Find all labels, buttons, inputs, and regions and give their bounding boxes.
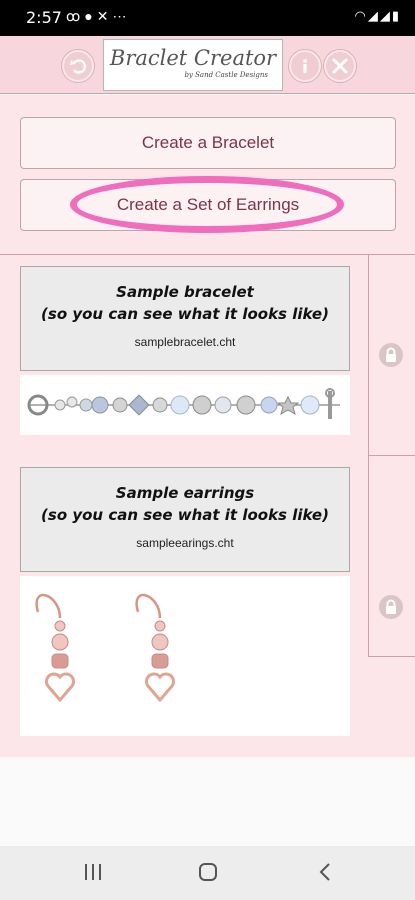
status-left-icons: ꝏ●✕⋯ [66,8,130,25]
design-filename: samplebracelet.cht [134,335,236,349]
list-item: Sample bracelet (so you can see what it … [0,255,415,456]
signal-icon: ◢ [367,8,380,23]
status-bar: 2:57 ꝏ●✕⋯ ◠◢◢▮ [0,0,415,36]
status-time: 2:57 [26,8,62,27]
info-icon [303,59,307,73]
app-logo: Braclet Creator by Sand Castle Designs [103,39,283,91]
list-item-main[interactable]: Sample bracelet (so you can see what it … [0,255,369,456]
designs-list: Sample bracelet (so you can see what it … [0,255,415,757]
create-bracelet-button[interactable]: Create a Bracelet [20,117,396,169]
info-button[interactable] [289,50,321,82]
logo-title: Braclet Creator [109,46,277,70]
tools-icon: ✕ [96,8,113,24]
undo-icon [70,59,86,74]
design-name: Sample bracelet (so you can see what it … [41,283,329,323]
signal-icon: ◢ [379,8,392,23]
design-card[interactable]: Sample bracelet (so you can see what it … [20,266,350,371]
close-button[interactable] [324,50,356,82]
voicemail-icon: ꝏ [66,8,85,24]
status-right-icons: ◠◢◢▮ [355,8,402,24]
design-name: Sample earrings (so you can see what it … [41,484,329,524]
back-icon[interactable] [318,862,332,882]
list-item: Sample earrings (so you can see what it … [0,456,415,736]
lock-icon[interactable] [379,343,403,367]
app-header: Braclet Creator by Sand Castle Designs [0,36,415,94]
lock-icon[interactable] [379,595,403,619]
account-icon: ● [84,8,97,24]
create-panel: Create a Bracelet Create a Set of Earrin… [0,95,415,255]
list-item-main[interactable]: Sample earrings (so you can see what it … [0,456,369,736]
close-icon [332,58,348,74]
design-filename: sampleearings.cht [136,536,234,550]
bracelet-preview-image [20,375,350,435]
system-navbar [0,846,415,900]
home-icon[interactable] [198,862,218,882]
undo-button[interactable] [62,50,94,82]
battery-icon: ▮ [391,8,401,23]
recent-apps-icon[interactable] [84,862,102,882]
design-card[interactable]: Sample earrings (so you can see what it … [20,467,350,572]
highlight-circle [70,176,344,233]
more-icon: ⋯ [112,8,131,24]
earrings-preview-image [20,576,350,736]
wifi-icon: ◠ [354,8,368,23]
logo-subtitle: by Sand Castle Designs [184,71,268,79]
